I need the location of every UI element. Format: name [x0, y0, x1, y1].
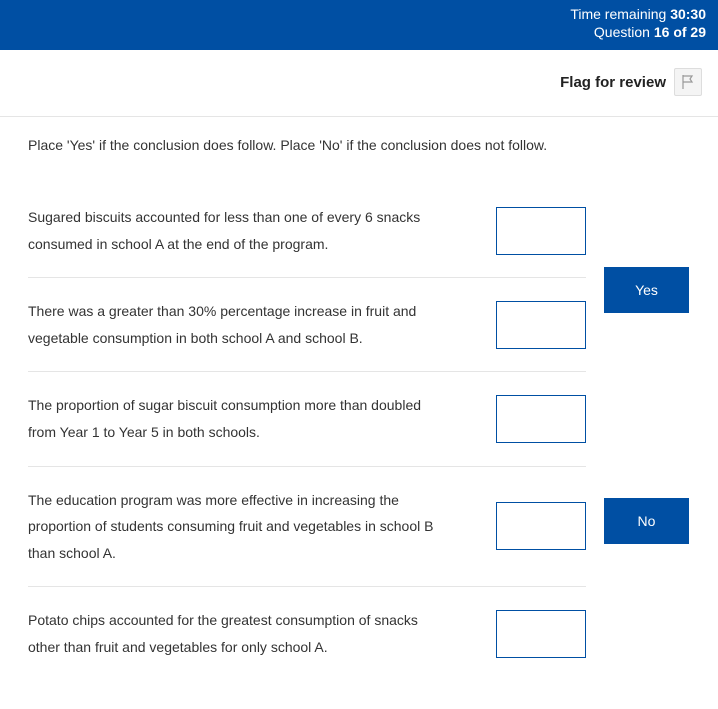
no-option-button[interactable]: No	[604, 498, 689, 544]
flag-label: Flag for review	[560, 74, 666, 91]
content: Place 'Yes' if the conclusion does follo…	[0, 117, 718, 697]
statement-text: There was a greater than 30% percentage …	[28, 298, 456, 351]
answer-dropzone[interactable]	[496, 301, 586, 349]
question-counter: Question 16 of 29	[12, 24, 706, 40]
answer-dropzone[interactable]	[496, 502, 586, 550]
time-value: 30:30	[670, 6, 706, 22]
statement-text: The education program was more effective…	[28, 487, 456, 567]
yes-option-button[interactable]: Yes	[604, 267, 689, 313]
statement-text: Sugared biscuits accounted for less than…	[28, 204, 456, 257]
time-label: Time remaining	[570, 6, 666, 22]
question-of: of	[673, 24, 686, 40]
statement-row: Potato chips accounted for the greatest …	[28, 587, 586, 680]
flag-bar: Flag for review	[0, 50, 718, 117]
question-column: Place 'Yes' if the conclusion does follo…	[28, 117, 586, 681]
question-label: Question	[594, 24, 650, 40]
statement-text: The proportion of sugar biscuit consumpt…	[28, 392, 456, 445]
instructions: Place 'Yes' if the conclusion does follo…	[28, 135, 586, 156]
statement-row: There was a greater than 30% percentage …	[28, 278, 586, 372]
quiz-header: Time remaining 30:30 Question 16 of 29	[0, 0, 718, 50]
statement-row: The education program was more effective…	[28, 467, 586, 588]
statement-row: Sugared biscuits accounted for less than…	[28, 184, 586, 278]
answer-dropzone[interactable]	[496, 207, 586, 255]
answer-dropzone[interactable]	[496, 395, 586, 443]
flag-icon	[680, 74, 696, 90]
question-current: 16	[654, 24, 670, 40]
answer-dropzone[interactable]	[496, 610, 586, 658]
question-total: 29	[690, 24, 706, 40]
time-remaining: Time remaining 30:30	[12, 6, 706, 22]
statement-text: Potato chips accounted for the greatest …	[28, 607, 456, 660]
flag-review-button[interactable]	[674, 68, 702, 96]
statement-row: The proportion of sugar biscuit consumpt…	[28, 372, 586, 466]
options-column: Yes No	[586, 117, 690, 681]
